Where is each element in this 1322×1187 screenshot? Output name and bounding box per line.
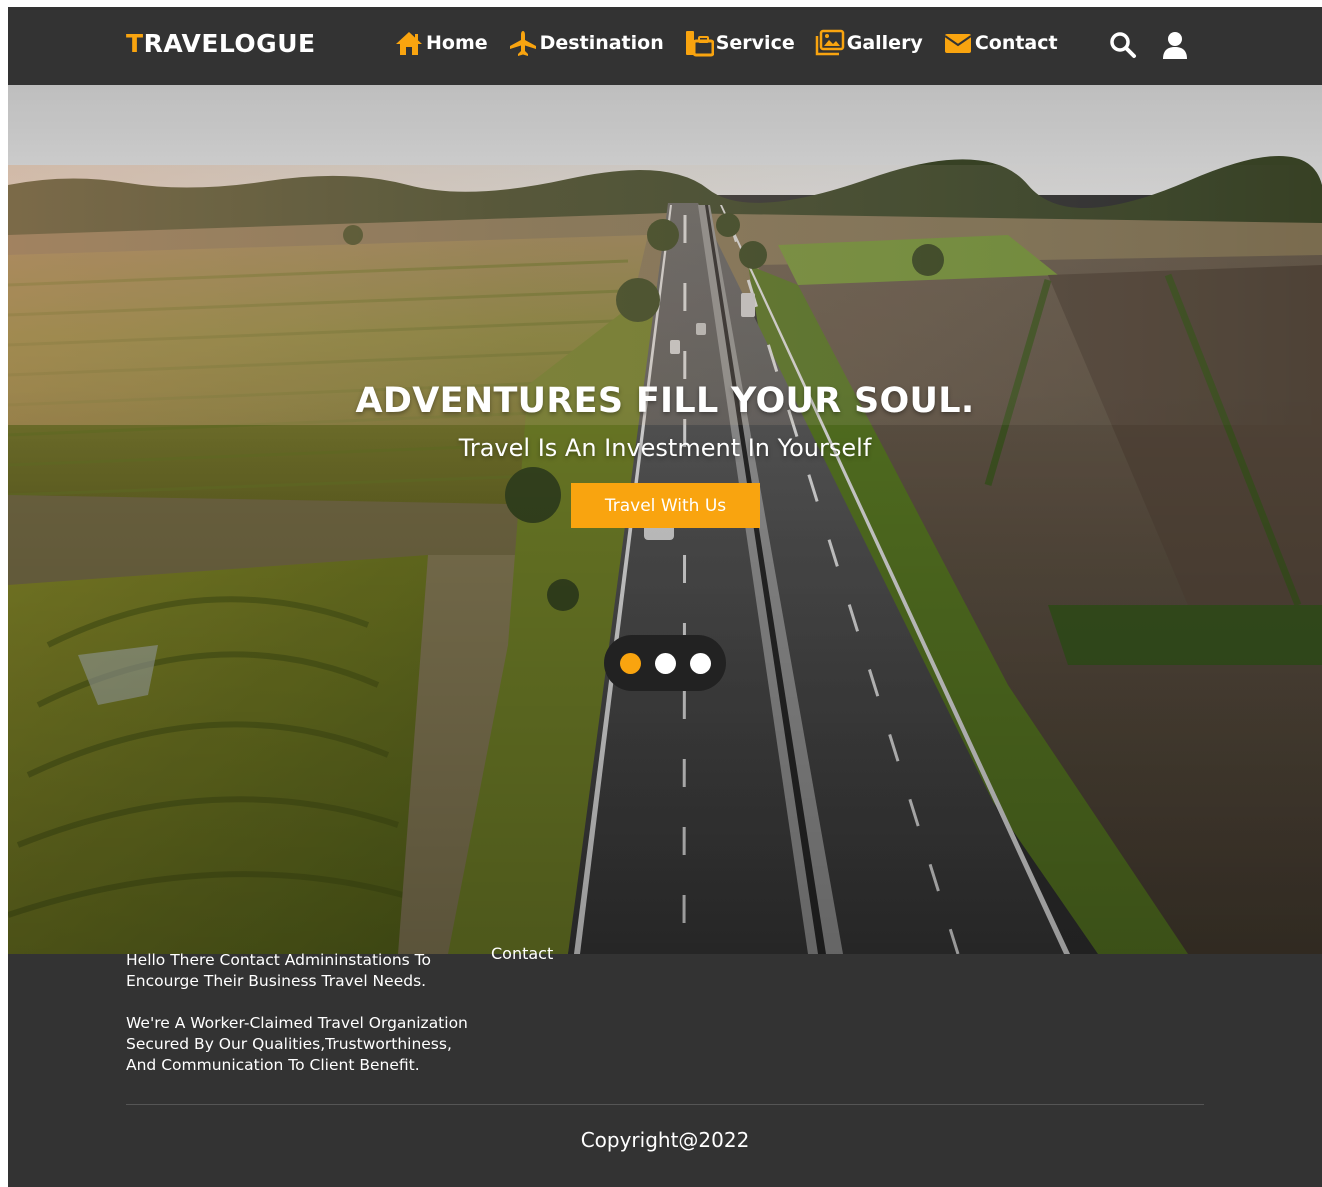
slider-dot-3[interactable] — [689, 652, 711, 674]
nav-item-label: Contact — [974, 32, 1058, 54]
navbar: TRAVELOGUE Home Destination Service Gall… — [8, 7, 1322, 85]
slider-dots — [604, 635, 726, 691]
travel-with-us-button[interactable]: Travel With Us — [571, 483, 760, 528]
nav-item-label: Destination — [539, 32, 664, 54]
nav-item-home[interactable]: Home — [394, 29, 488, 57]
page-frame: TRAVELOGUE Home Destination Service Gall… — [8, 7, 1322, 1187]
footer-heading-contact: Contact — [491, 944, 554, 963]
user-icon[interactable] — [1160, 30, 1190, 60]
footer-paragraph-1: Hello There Contact Admininstations To E… — [126, 951, 431, 990]
suitcase-icon — [685, 31, 714, 57]
hero-title: ADVENTURES FILL YOUR SOUL. — [355, 381, 975, 421]
nav-item-contact[interactable]: Contact — [943, 29, 1058, 57]
envelope-icon — [944, 34, 972, 53]
nav-item-label: Gallery — [846, 32, 923, 54]
slider-dot-2[interactable] — [654, 652, 676, 674]
home-icon — [396, 32, 422, 55]
image-icon — [815, 29, 844, 56]
hero-banner: ADVENTURES FILL YOUR SOUL. Travel Is An … — [8, 85, 1322, 954]
hero-subtitle: Travel Is An Investment In Yourself — [458, 434, 872, 462]
footer-paragraph-2: We're A Worker-Claimed Travel Organizati… — [126, 1014, 468, 1074]
slider-dot-1[interactable] — [619, 652, 641, 674]
nav-item-destination[interactable]: Destination — [508, 29, 664, 57]
nav-links: Home Destination Service Gallery Contact — [394, 29, 1058, 57]
nav-actions — [1108, 30, 1190, 60]
nav-item-label: Service — [715, 32, 795, 54]
brand-logo[interactable]: TRAVELOGUE — [126, 29, 316, 58]
footer-about: Hello There Contact Admininstations To E… — [126, 950, 486, 1097]
plane-icon — [509, 31, 536, 56]
search-icon[interactable] — [1108, 30, 1138, 60]
nav-item-gallery[interactable]: Gallery — [815, 29, 923, 57]
copyright-text: Copyright@2022 — [580, 1128, 750, 1152]
nav-item-service[interactable]: Service — [684, 29, 795, 57]
nav-item-label: Home — [426, 32, 488, 54]
footer-divider — [126, 1104, 1204, 1105]
